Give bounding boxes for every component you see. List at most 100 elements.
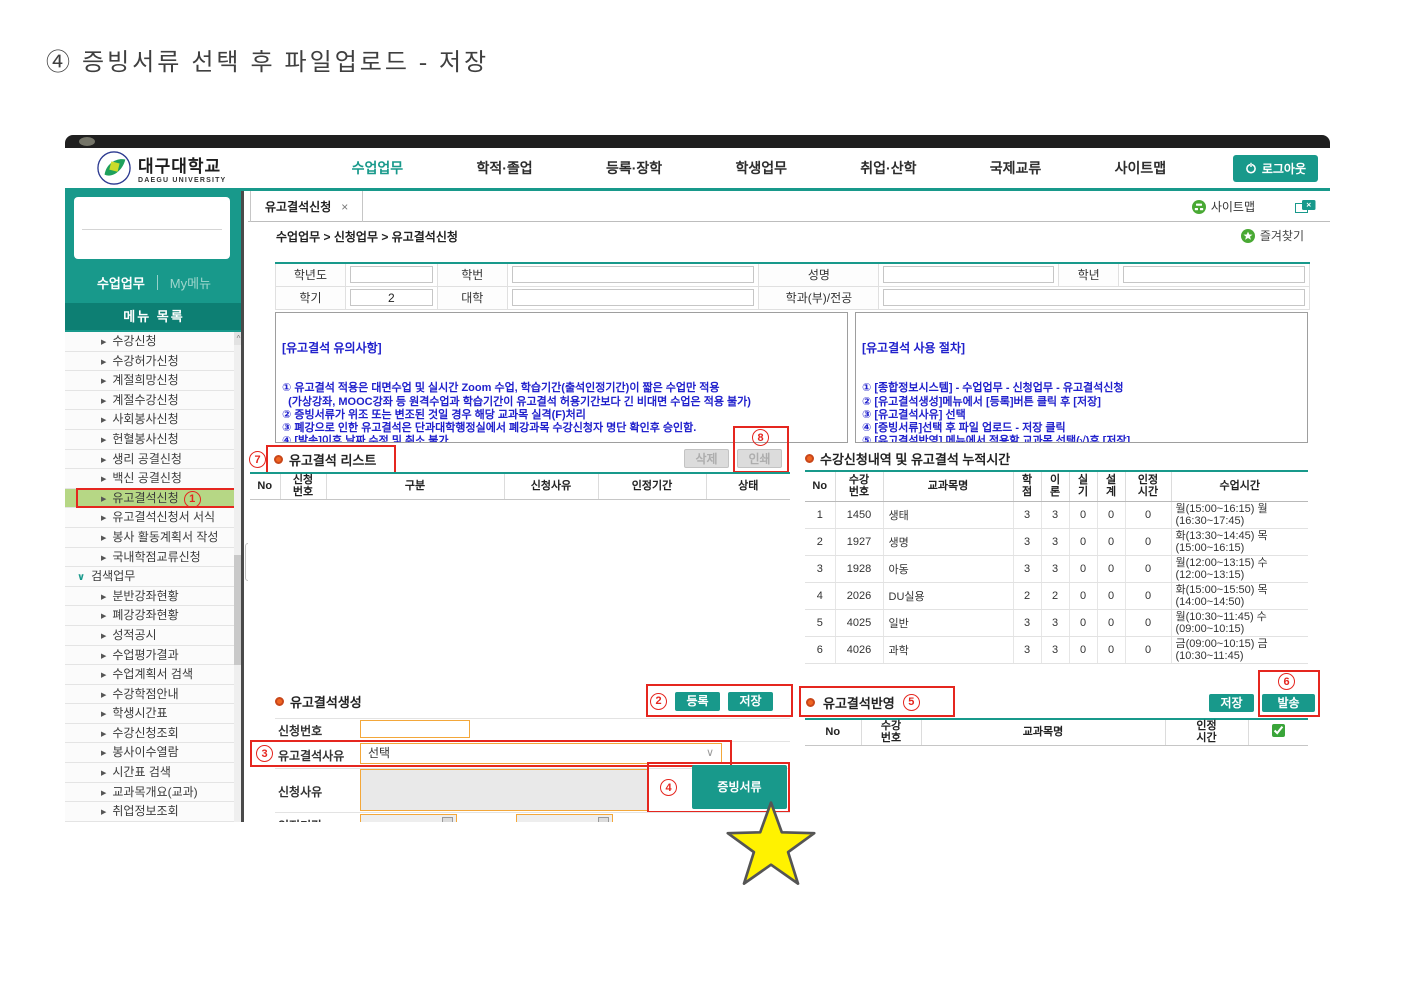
sidebar-menu: ▶수강신청 ▶수강허가신청 ▶계절희망신청 ▶계절수강신청 ▶사회봉사신청 ▶헌… — [65, 332, 243, 822]
sidebar-item[interactable]: ▶분반강좌현황 — [65, 587, 243, 607]
calendar-icon[interactable] — [442, 817, 453, 822]
table-cell: 0 — [1069, 636, 1097, 663]
table-cell: 0 — [1097, 636, 1125, 663]
arrow-icon: ▶ — [101, 731, 106, 738]
sidebar-item[interactable]: ▶성적공시 — [65, 626, 243, 646]
table-cell: 3 — [1013, 636, 1041, 663]
register-button[interactable]: 등록 — [675, 692, 720, 711]
favorite-link[interactable]: 즐겨찾기 — [1241, 227, 1304, 244]
delete-button[interactable]: 삭제 — [684, 449, 729, 468]
sidebar-item[interactable]: ▶수강허가신청 — [65, 352, 243, 372]
table-row: 21927생명33000화(13:30~14:45) 목(15:00~16:15… — [805, 528, 1308, 555]
table-cell: 0 — [1125, 582, 1171, 609]
table-cell: 0 — [1125, 501, 1171, 528]
sidebar-item[interactable]: ▶봉사이수열람 — [65, 743, 243, 763]
table-cell: 5 — [805, 609, 835, 636]
close-window-icon[interactable]: × — [1295, 200, 1316, 214]
save-button-apply[interactable]: 저장 — [1209, 694, 1254, 712]
sidebar-tab-mymenu[interactable]: My메뉴 — [170, 273, 211, 292]
table-cell: 1928 — [835, 555, 883, 582]
sidebar-item-yugo-active[interactable]: ▶유고결석신청1 — [65, 489, 243, 509]
term-input[interactable]: 2 — [350, 289, 433, 306]
sidebar-item[interactable]: ▶생리 공결신청 — [65, 450, 243, 470]
sidebar-item[interactable]: ▶사회봉사신청 — [65, 410, 243, 430]
sidebar-item[interactable]: ▶봉사 활동계획서 작성 — [65, 528, 243, 548]
bullet-icon — [805, 454, 814, 463]
power-icon — [1245, 162, 1257, 174]
sidebar-item[interactable]: ▶취업정보조회 — [65, 802, 243, 822]
send-button[interactable]: 발송 — [1262, 694, 1315, 712]
college-input[interactable] — [512, 289, 755, 306]
table-row: 54025일반33000월(10:30~11:45) 수(09:00~10:15… — [805, 609, 1308, 636]
name-input[interactable] — [883, 266, 1054, 283]
breadcrumb: 수업업무 > 신청업무 > 유고결석신청 — [276, 228, 458, 245]
nav-item-classwork[interactable]: 수업업무 — [352, 158, 404, 178]
sidebar-item[interactable]: ▶국내학점교류신청 — [65, 548, 243, 568]
close-icon[interactable]: × — [341, 200, 348, 214]
sidebar-item[interactable]: ▶백신 공결신청 — [65, 469, 243, 489]
nav-item-sitemap[interactable]: 사이트맵 — [1115, 158, 1167, 178]
reason-type-select[interactable]: 선택 ∨ — [360, 743, 722, 764]
table-cell: 1450 — [835, 501, 883, 528]
sidebar-item[interactable]: ▶시간표 검색 — [65, 763, 243, 783]
period-to-input[interactable] — [516, 814, 613, 822]
nav-item-career[interactable]: 취업·산학 — [860, 158, 916, 178]
nav-item-records[interactable]: 학적·졸업 — [476, 158, 532, 178]
calendar-icon[interactable] — [598, 817, 609, 822]
col-course-no: 수강 번호 — [835, 471, 883, 501]
sidebar-item[interactable]: ▶수강학점안내 — [65, 685, 243, 705]
sidebar-item[interactable]: ▶교과목개요(교과) — [65, 783, 243, 803]
sidebar-item[interactable]: ▶계절희망신청 — [65, 371, 243, 391]
app-window: 대구대학교 DAEGU UNIVERSITY 수업업무 학적·졸업 등록·장학 … — [65, 135, 1330, 822]
table-cell: 3 — [1041, 501, 1069, 528]
tab-yugo[interactable]: 유고결석신청 × — [250, 191, 363, 222]
table-cell: 3 — [1041, 528, 1069, 555]
chrome-logo-icon — [79, 137, 95, 146]
save-button-create[interactable]: 저장 — [728, 692, 773, 711]
sidebar-item-sugang[interactable]: ▶수강신청 — [65, 332, 243, 352]
table-cell: 3 — [1041, 609, 1069, 636]
sidebar-item[interactable]: ▶유고결석신청서 서식 — [65, 508, 243, 528]
print-button[interactable]: 인쇄 — [737, 449, 782, 468]
grade-input[interactable] — [1123, 266, 1305, 283]
sidebar-item[interactable]: ▶학생시간표 — [65, 704, 243, 724]
reason-textarea[interactable] — [360, 769, 648, 811]
sidebar-tab-classwork[interactable]: 수업업무 — [97, 273, 145, 292]
year-input[interactable] — [350, 266, 433, 283]
sidebar-item[interactable]: ▶계절수강신청 — [65, 391, 243, 411]
sidebar-group-search[interactable]: ∨검색업무 — [65, 567, 243, 587]
table-cell: 4025 — [835, 609, 883, 636]
table-cell: 3 — [1013, 609, 1041, 636]
sidebar-item[interactable]: ▶폐강강좌현황 — [65, 606, 243, 626]
sidebar-item[interactable]: ▶수업계획서 검색 — [65, 665, 243, 685]
table-cell: 3 — [1041, 555, 1069, 582]
sidebar-tab-divider — [157, 275, 158, 290]
university-logo[interactable]: 대구대학교 DAEGU UNIVERSITY — [65, 151, 315, 185]
table-cell: 화(13:30~14:45) 목(15:00~16:15) — [1171, 528, 1308, 555]
apply-no-input[interactable] — [360, 720, 470, 738]
table-cell: 0 — [1069, 582, 1097, 609]
field-label-studentid: 학번 — [437, 263, 507, 286]
col-reason: 신청사유 — [504, 473, 598, 499]
nav-item-international[interactable]: 국제교류 — [990, 158, 1042, 178]
university-emblem-icon — [97, 151, 131, 185]
table-cell: 금(09:00~10:15) 금(10:30~11:45) — [1171, 636, 1308, 663]
col-recognized-hours: 인정 시간 — [1125, 471, 1171, 501]
arrow-icon: ▶ — [101, 535, 106, 542]
studentid-input[interactable] — [512, 266, 755, 283]
annotation-4: 4 — [660, 779, 677, 796]
sidebar-item[interactable]: ▶헌혈봉사신청 — [65, 430, 243, 450]
dept-input[interactable] — [883, 289, 1305, 306]
period-from-input[interactable] — [360, 814, 457, 822]
table-cell: 0 — [1097, 501, 1125, 528]
nav-item-student[interactable]: 학생업무 — [735, 158, 787, 178]
sidebar-item[interactable]: ▶수업평가결과 — [65, 646, 243, 666]
sitemap-link[interactable]: 사이트맵 — [1192, 198, 1255, 215]
student-info-form: 학년도 학번 성명 학년 학기 2 대학 학과(부)/전공 — [275, 262, 1310, 310]
select-all-checkbox[interactable] — [1272, 724, 1285, 737]
arrow-icon: ▶ — [101, 476, 106, 483]
table-cell: 0 — [1097, 555, 1125, 582]
nav-item-registration[interactable]: 등록·장학 — [606, 158, 662, 178]
logout-button[interactable]: 로그아웃 — [1233, 155, 1318, 182]
sidebar-item[interactable]: ▶수강신청조회 — [65, 724, 243, 744]
